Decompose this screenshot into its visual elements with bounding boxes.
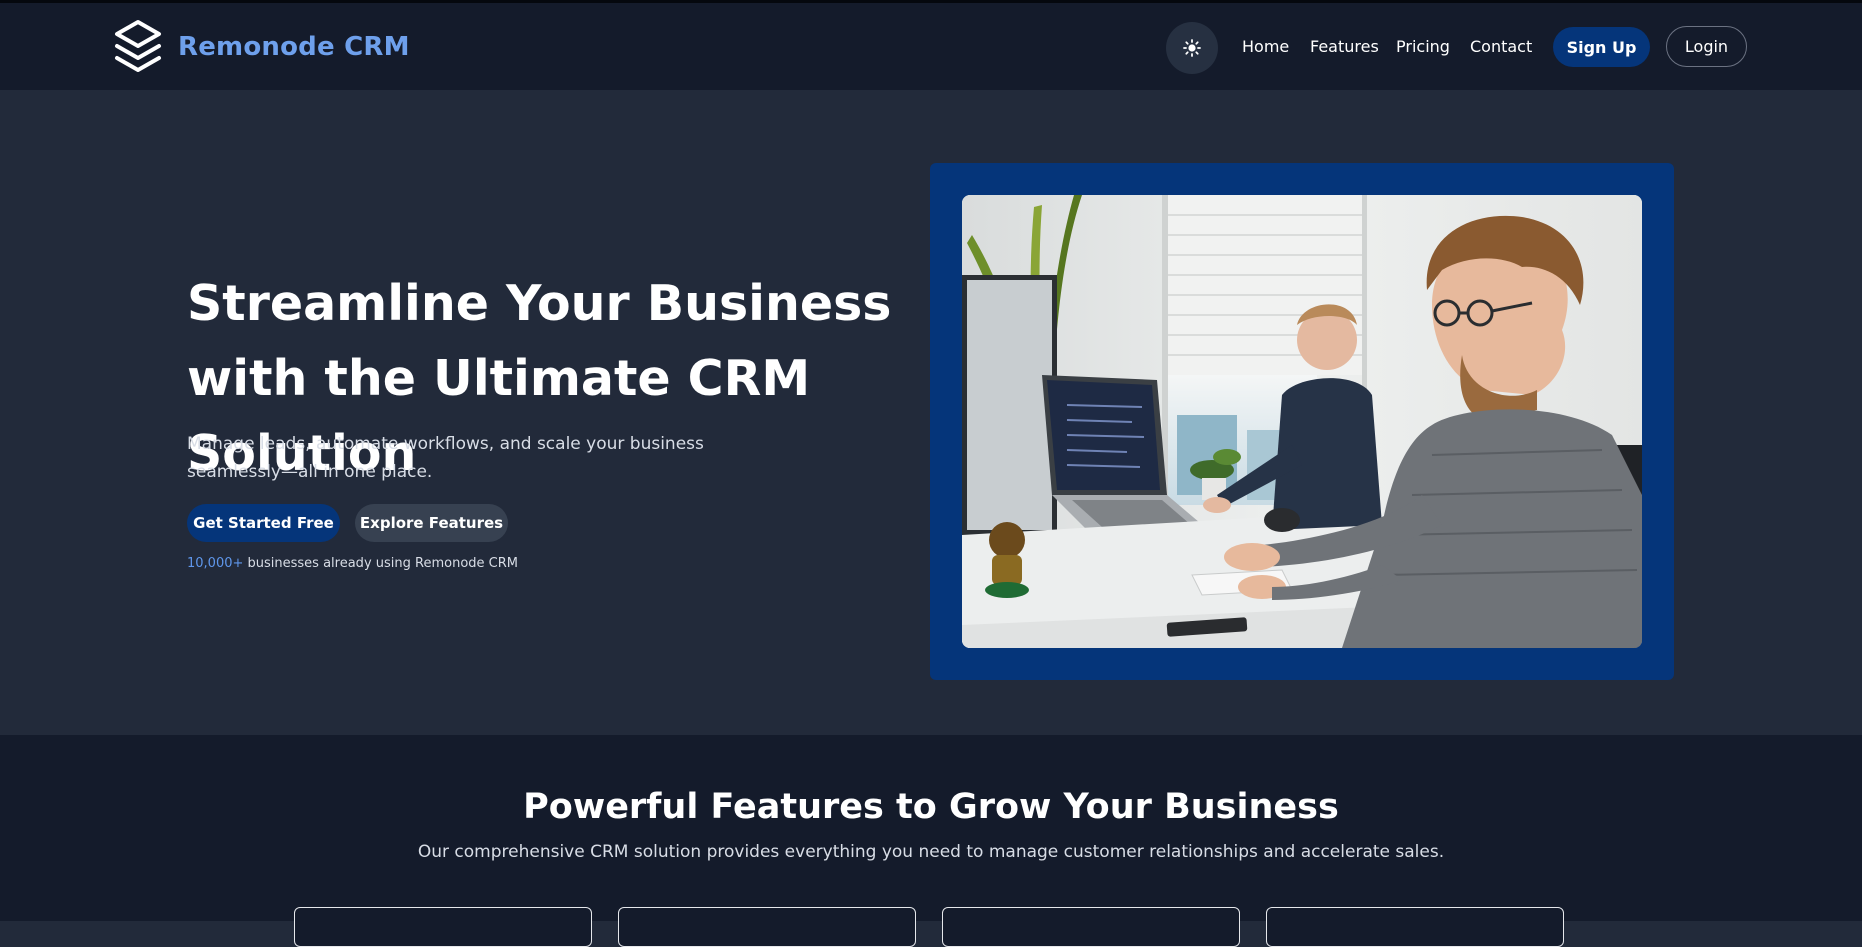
social-proof-text: businesses already using Remonode CRM	[243, 556, 518, 571]
nav-link-home[interactable]: Home	[1242, 37, 1289, 56]
nav-link-pricing[interactable]: Pricing	[1396, 37, 1450, 56]
get-started-button[interactable]: Get Started Free	[187, 504, 340, 542]
explore-features-button[interactable]: Explore Features	[355, 504, 508, 542]
office-scene-illustration	[962, 195, 1642, 648]
feature-card[interactable]	[1266, 907, 1564, 947]
nav-link-features[interactable]: Features	[1310, 37, 1379, 56]
social-proof-count: 10,000+	[187, 556, 244, 571]
hero-subtitle: Manage leads, automate workflows, and sc…	[187, 434, 704, 482]
social-proof: 10,000+ businesses already using Remonod…	[187, 556, 518, 571]
sun-icon	[1183, 39, 1201, 57]
features-title: Powerful Features to Grow Your Business	[523, 787, 1339, 827]
feature-card[interactable]	[294, 907, 592, 947]
features-subtitle: Our comprehensive CRM solution provides …	[417, 842, 1445, 862]
hero-office-photo	[962, 195, 1642, 648]
stacked-layers-icon	[115, 20, 161, 72]
features-section: Powerful Features to Grow Your Business …	[0, 735, 1862, 947]
hero-section: Streamline Your Business with the Ultima…	[0, 90, 1862, 735]
navbar: Remonode CRM Home Features Pricing Conta…	[0, 3, 1862, 90]
brand-name: Remonode CRM	[178, 32, 410, 62]
feature-card[interactable]	[618, 907, 916, 947]
sign-up-button[interactable]: Sign Up	[1553, 27, 1650, 67]
login-button[interactable]: Login	[1666, 26, 1747, 67]
hero-image-frame	[930, 163, 1674, 680]
nav-link-contact[interactable]: Contact	[1470, 37, 1532, 56]
feature-card[interactable]	[942, 907, 1240, 947]
brand[interactable]: Remonode CRM	[113, 19, 410, 75]
theme-toggle-button[interactable]	[1166, 22, 1218, 74]
